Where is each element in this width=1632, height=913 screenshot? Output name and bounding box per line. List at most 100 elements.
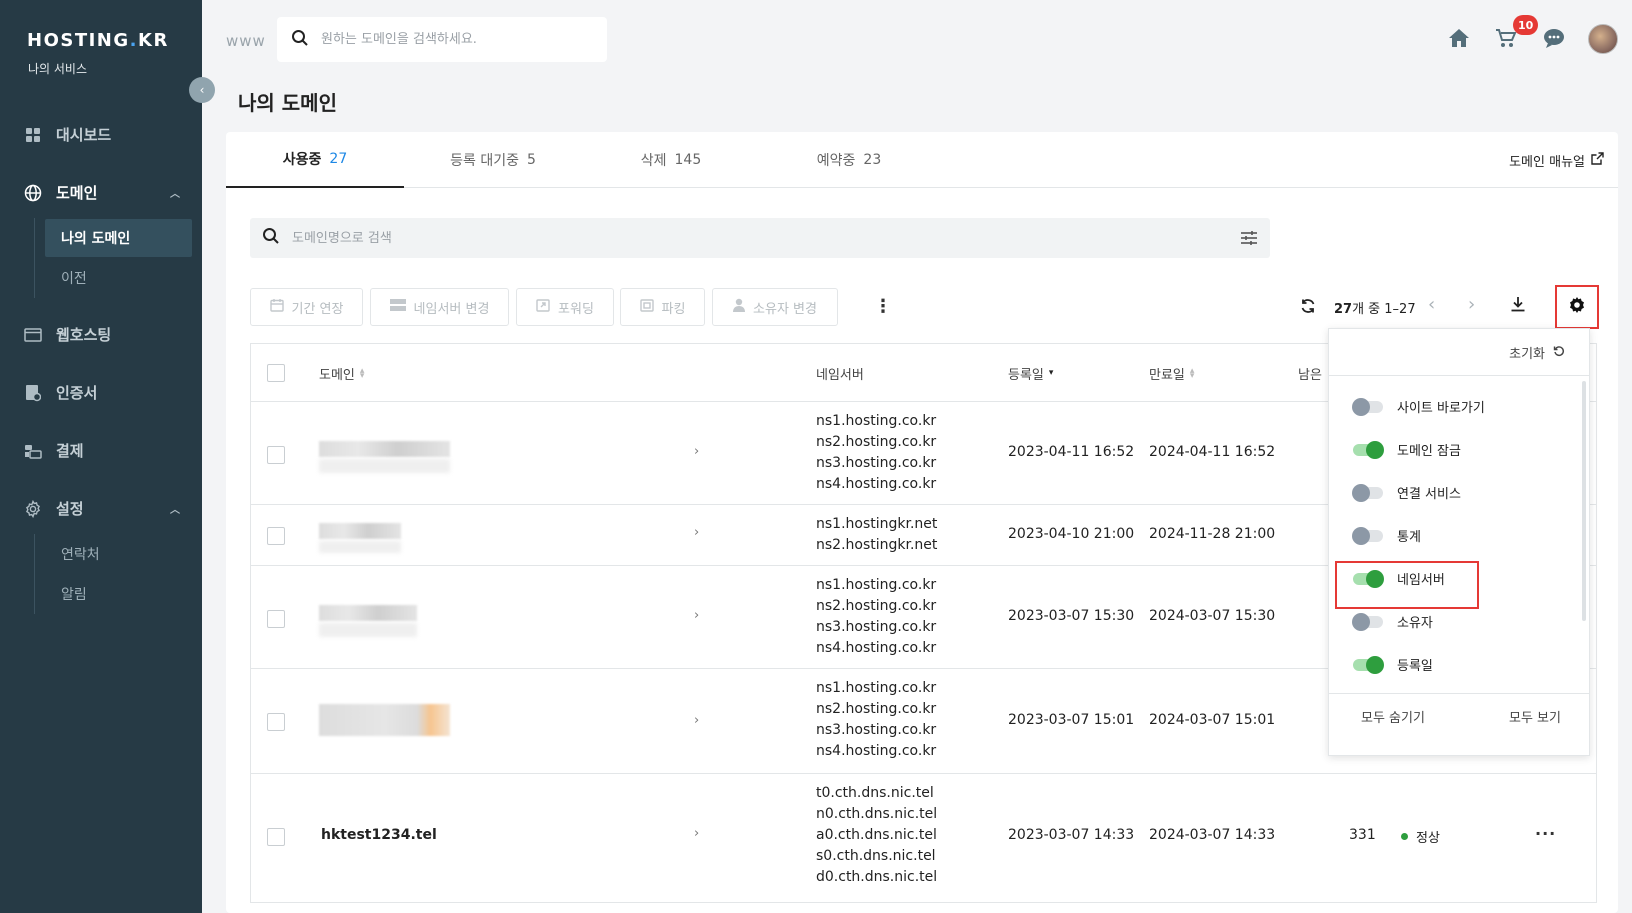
home-button[interactable] xyxy=(1445,26,1473,54)
chevron-right-icon[interactable]: › xyxy=(694,826,699,841)
user-avatar[interactable] xyxy=(1588,24,1618,54)
chevron-right-icon[interactable]: › xyxy=(694,525,699,540)
row-more-button[interactable]: ··· xyxy=(1535,824,1556,843)
status-badge: 정상 xyxy=(1401,827,1440,846)
www-prefix: www xyxy=(226,32,266,50)
external-link-icon xyxy=(1591,152,1604,169)
page-title: 나의 도메인 xyxy=(238,91,337,115)
registered-date: 2023-04-10 21:00 xyxy=(1008,526,1135,542)
sidebar-item-webhosting[interactable]: 웹호스팅 xyxy=(24,324,111,345)
domain-name[interactable]: hktest1234.tel xyxy=(321,827,437,843)
download-button[interactable] xyxy=(1510,296,1526,316)
column-header-nameserver: 네임서버 xyxy=(816,368,864,383)
column-header-expires[interactable]: 만료일 ▴ ▾ xyxy=(1149,364,1194,383)
chevron-right-icon[interactable]: › xyxy=(694,713,699,728)
sidebar-subitem-transfer[interactable]: 이전 xyxy=(45,259,192,297)
search-icon xyxy=(262,227,280,249)
sort-desc-icon: ▾ xyxy=(1048,368,1054,378)
subnav-line xyxy=(34,534,35,614)
chevron-right-icon[interactable]: › xyxy=(694,608,699,623)
filter-sliders-icon[interactable] xyxy=(1240,229,1258,251)
support-chat-button[interactable] xyxy=(1540,26,1568,54)
table-search-input[interactable] xyxy=(292,230,1192,246)
sidebar-item-label: 설정 xyxy=(56,500,84,518)
sidebar-item-settings[interactable]: 설정 ︿ xyxy=(24,498,180,519)
toggle-switch[interactable] xyxy=(1353,440,1384,459)
tab-deleted[interactable]: 삭제 145 xyxy=(582,132,760,188)
parking-window-icon xyxy=(639,298,654,316)
certificate-icon xyxy=(24,384,42,402)
table-search-bar[interactable] xyxy=(250,218,1270,258)
chevron-right-icon: › xyxy=(1468,294,1476,315)
refresh-button[interactable] xyxy=(1300,298,1316,318)
column-header-domain[interactable]: 도메인 ▴ ▾ xyxy=(319,364,364,383)
column-toggle-domain-lock[interactable]: 도메인 잠금 xyxy=(1353,440,1461,459)
sidebar-subitem-notifications[interactable]: 알림 xyxy=(45,575,192,613)
remaining-days: 331 xyxy=(1349,827,1376,843)
person-icon xyxy=(733,298,746,316)
column-toggle-owner[interactable]: 소유자 xyxy=(1352,612,1433,631)
next-page-button[interactable]: › xyxy=(1468,294,1475,315)
sidebar-subitem-contacts[interactable]: 연락처 xyxy=(45,535,192,573)
forwarding-button[interactable]: 포워딩 xyxy=(516,288,614,326)
more-actions-button[interactable]: ⋮ xyxy=(874,296,892,317)
payment-icon xyxy=(24,442,42,460)
hide-all-button[interactable]: 모두 숨기기 xyxy=(1361,707,1425,726)
table-row[interactable]: hktest1234.tel › t0.cth.dns.nic.tel n0.ct… xyxy=(251,774,1596,902)
column-header-registered[interactable]: 등록일 ▾ xyxy=(1008,364,1053,383)
column-header-remaining[interactable]: 남은 xyxy=(1298,364,1322,383)
sidebar-item-certificate[interactable]: 인증서 xyxy=(24,382,97,403)
column-toggle-registered[interactable]: 등록일 xyxy=(1353,655,1433,674)
sidebar-collapse-button[interactable]: ‹ xyxy=(189,77,215,103)
cart-count-badge: 10 xyxy=(1513,15,1539,35)
sidebar-item-domain[interactable]: 도메인 ︿ xyxy=(24,182,180,203)
sidebar-subitem-my-domain[interactable]: 나의 도메인 xyxy=(45,219,192,257)
toggle-switch[interactable] xyxy=(1352,397,1383,416)
nameserver-list: ns1.hosting.co.kr ns2.hosting.co.kr ns3.ho… xyxy=(816,577,937,656)
cart-icon xyxy=(1495,28,1517,52)
show-all-button[interactable]: 모두 보기 xyxy=(1509,707,1561,726)
toggle-switch[interactable] xyxy=(1352,483,1383,502)
row-checkbox[interactable] xyxy=(267,828,285,846)
column-toggle-statistics[interactable]: 통계 xyxy=(1352,526,1421,545)
sidebar-item-payment[interactable]: 결제 xyxy=(24,440,84,461)
redacted-domain-sub xyxy=(319,541,401,553)
extend-period-button[interactable]: 기간 연장 xyxy=(250,288,363,326)
column-settings-button[interactable] xyxy=(1555,285,1599,329)
subnav-line xyxy=(34,218,35,298)
row-checkbox[interactable] xyxy=(267,527,285,545)
domain-search-input[interactable] xyxy=(321,32,571,47)
toggle-switch[interactable] xyxy=(1352,526,1383,545)
divider xyxy=(1329,375,1589,376)
sidebar-item-dashboard[interactable]: 대시보드 xyxy=(24,124,111,145)
globe-icon xyxy=(24,184,42,202)
tab-in-use[interactable]: 사용중 27 xyxy=(226,132,404,188)
prev-page-button[interactable]: ‹ xyxy=(1428,294,1435,315)
download-icon xyxy=(1510,297,1526,316)
sidebar-item-label: 인증서 xyxy=(56,384,98,402)
redacted-domain xyxy=(319,605,417,621)
gear-icon xyxy=(1568,296,1586,318)
domain-search-bar[interactable] xyxy=(277,17,607,62)
reset-columns-button[interactable]: 초기화 xyxy=(1509,343,1565,362)
select-all-checkbox[interactable] xyxy=(267,364,285,382)
server-icon xyxy=(389,299,406,315)
tab-pending[interactable]: 등록 대기중 5 xyxy=(404,132,582,188)
brand-logo[interactable]: HOSTING.KR xyxy=(27,30,169,51)
row-checkbox[interactable] xyxy=(267,610,285,628)
toggle-switch[interactable] xyxy=(1353,655,1384,674)
row-checkbox[interactable] xyxy=(267,713,285,731)
change-owner-button[interactable]: 소유자 변경 xyxy=(712,288,838,326)
column-toggle-connected-service[interactable]: 연결 서비스 xyxy=(1352,483,1461,502)
chevron-right-icon[interactable]: › xyxy=(694,444,699,459)
dropdown-scrollbar[interactable] xyxy=(1582,381,1586,621)
column-toggle-site-shortcut[interactable]: 사이트 바로가기 xyxy=(1352,397,1485,416)
browser-window-icon xyxy=(24,326,42,344)
parking-button[interactable]: 파킹 xyxy=(620,288,705,326)
tab-reserved[interactable]: 예약중 23 xyxy=(760,132,938,188)
domain-manual-link[interactable]: 도메인 매뉴얼 xyxy=(1509,151,1604,170)
change-nameserver-button[interactable]: 네임서버 변경 xyxy=(370,288,509,326)
search-icon xyxy=(291,29,309,51)
toggle-switch[interactable] xyxy=(1352,612,1383,631)
row-checkbox[interactable] xyxy=(267,446,285,464)
